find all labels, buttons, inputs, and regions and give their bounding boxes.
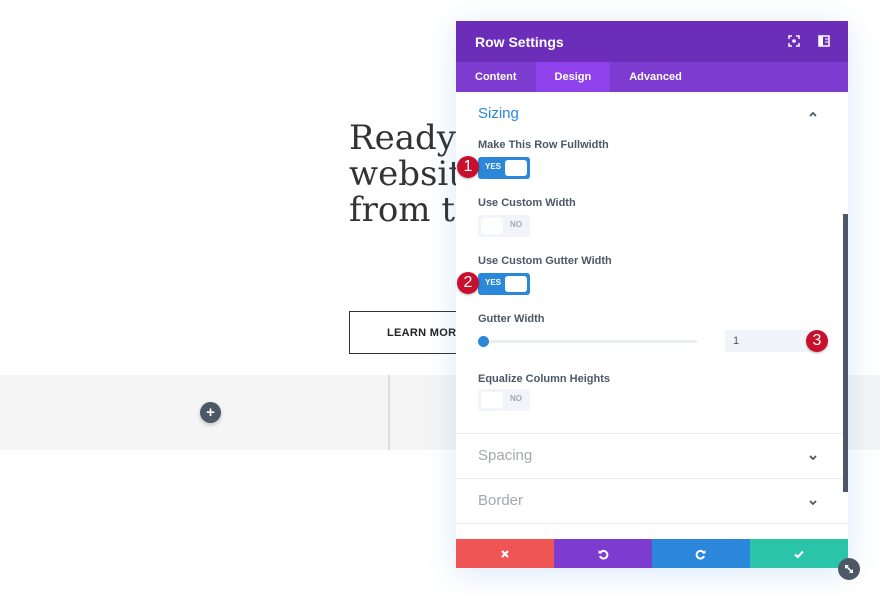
resize-icon — [845, 565, 853, 573]
annotation-badge-2: 2 — [457, 272, 479, 294]
close-icon — [501, 549, 509, 558]
modal-title: Row Settings — [475, 33, 564, 50]
row-settings-modal: Row Settings Content Design Advanced Siz… — [456, 21, 848, 568]
resize-handle[interactable] — [838, 558, 860, 580]
chevron-down-icon[interactable] — [808, 497, 818, 507]
toggle-knob — [481, 218, 503, 234]
undo-icon — [598, 549, 609, 560]
divider — [456, 478, 848, 479]
expand-icon[interactable] — [787, 34, 801, 48]
split-view-icon[interactable] — [817, 34, 831, 48]
chevron-down-icon[interactable] — [808, 452, 818, 462]
chevron-up-icon[interactable] — [808, 109, 818, 119]
column-divider — [388, 375, 390, 450]
section-spacing-title[interactable]: Spacing — [478, 447, 532, 464]
equalize-toggle-value: NO — [510, 394, 522, 403]
gutter-width-input[interactable] — [725, 330, 815, 352]
tab-content[interactable]: Content — [456, 62, 536, 92]
gutter-width-slider-thumb[interactable] — [478, 336, 489, 347]
custom-width-toggle-value: NO — [510, 220, 522, 229]
tab-design[interactable]: Design — [535, 62, 611, 92]
add-module-button[interactable]: + — [200, 402, 221, 423]
fullwidth-toggle-value: YES — [485, 162, 502, 171]
tab-advanced[interactable]: Advanced — [610, 62, 701, 92]
toggle-knob — [481, 392, 503, 408]
custom-width-label: Use Custom Width — [478, 197, 576, 209]
divider — [456, 523, 848, 524]
custom-gutter-toggle[interactable]: YES — [478, 273, 530, 295]
undo-button[interactable] — [554, 539, 652, 568]
redo-icon — [695, 549, 706, 560]
custom-gutter-label: Use Custom Gutter Width — [478, 255, 612, 267]
equalize-toggle[interactable]: NO — [478, 389, 530, 411]
modal-content: Sizing Make This Row Fullwidth YES Use C… — [456, 92, 848, 568]
tab-bar: Content Design Advanced — [456, 62, 848, 92]
scrollbar[interactable] — [843, 214, 848, 492]
toggle-knob — [505, 276, 527, 292]
custom-gutter-toggle-value: YES — [485, 278, 502, 287]
gutter-width-slider[interactable] — [483, 340, 697, 343]
redo-button[interactable] — [652, 539, 750, 568]
page: Ready t website from th LEARN MORE + Row… — [0, 0, 880, 596]
cancel-button[interactable] — [456, 539, 554, 568]
section-sizing-title[interactable]: Sizing — [478, 105, 519, 122]
save-button[interactable] — [750, 539, 848, 568]
custom-width-toggle[interactable]: NO — [478, 215, 530, 237]
annotation-badge-1: 1 — [457, 156, 479, 178]
gutter-width-label: Gutter Width — [478, 313, 545, 325]
plus-icon: + — [206, 404, 215, 421]
annotation-badge-3: 3 — [806, 330, 828, 352]
modal-header: Row Settings — [456, 21, 848, 62]
fullwidth-toggle[interactable]: YES — [478, 157, 530, 179]
equalize-label: Equalize Column Heights — [478, 373, 611, 385]
divider — [456, 433, 848, 434]
check-icon — [794, 550, 804, 559]
modal-footer — [456, 539, 848, 568]
section-border-title[interactable]: Border — [478, 492, 523, 509]
learn-more-label: LEARN MORE — [387, 326, 464, 339]
fullwidth-label: Make This Row Fullwidth — [478, 139, 609, 151]
toggle-knob — [505, 160, 527, 176]
